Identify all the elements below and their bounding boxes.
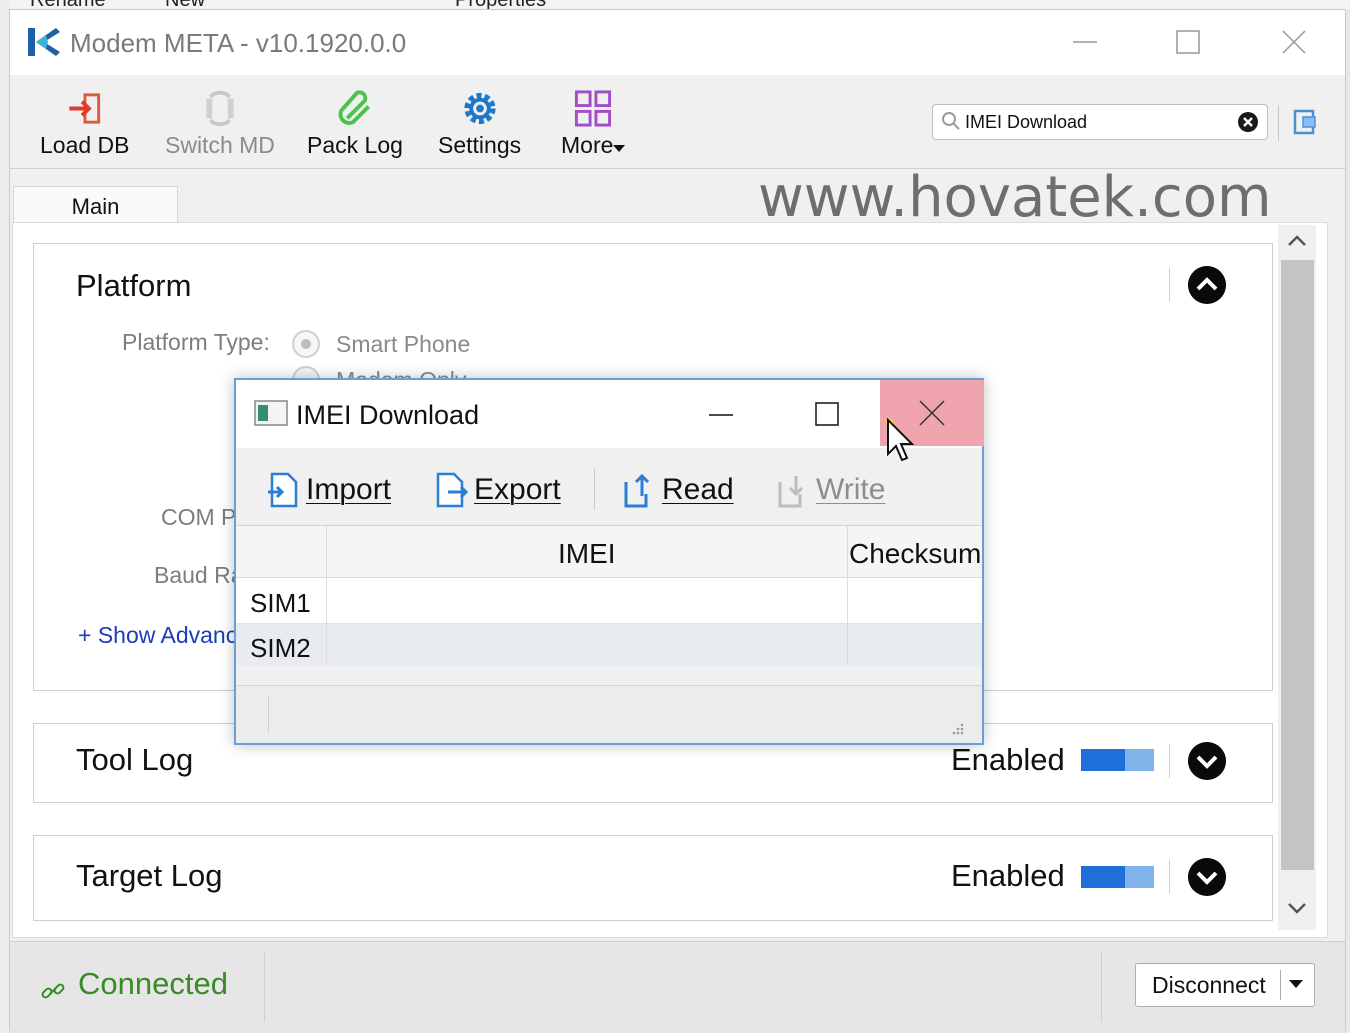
load-db-icon	[69, 93, 100, 124]
read-button[interactable]: Read	[622, 470, 734, 510]
platform-type-label: Platform Type:	[122, 329, 270, 355]
column-header-imei[interactable]: IMEI	[558, 538, 616, 570]
toolbar: Load DB Switch MD Pack Log Settings More…	[10, 75, 1345, 169]
gear-icon	[463, 92, 496, 125]
imei-grid: IMEI Checksum SIM1 SIM2	[236, 526, 982, 666]
import-button[interactable]: Import	[266, 470, 391, 510]
row-label: SIM1	[250, 588, 311, 618]
tab-main[interactable]: Main	[13, 186, 178, 226]
column-header-checksum[interactable]: Checksum	[849, 538, 981, 570]
grid-icon	[575, 90, 612, 127]
target-log-status: Enabled	[951, 858, 1065, 893]
more-button[interactable]: More	[561, 89, 626, 159]
title-bar[interactable]: Modem META - v10.1920.0.0	[10, 10, 1345, 75]
link-icon	[41, 983, 65, 999]
dialog-minimize-button[interactable]	[696, 392, 746, 436]
collapse-platform-icon[interactable]	[1188, 266, 1226, 304]
settings-button[interactable]: Settings	[438, 89, 521, 159]
pack-log-button[interactable]: Pack Log	[307, 89, 403, 159]
smart-phone-label: Smart Phone	[336, 331, 471, 357]
minimize-icon	[1073, 41, 1097, 43]
load-db-button[interactable]: Load DB	[40, 89, 130, 159]
grid-column-divider	[847, 526, 848, 666]
maximize-icon	[1176, 30, 1200, 54]
tool-log-title: Tool Log	[76, 742, 194, 777]
toolbar-divider	[1278, 105, 1279, 141]
section-divider	[1169, 744, 1170, 778]
search-box[interactable]	[932, 104, 1268, 140]
disconnect-button[interactable]: Disconnect	[1135, 963, 1315, 1007]
dialog-status-bar	[236, 685, 982, 743]
close-icon	[1282, 30, 1306, 54]
side-panel-icon[interactable]	[1293, 107, 1319, 137]
minimize-icon	[709, 414, 733, 416]
baud-rate-label: Baud Ra	[154, 562, 244, 588]
platform-title: Platform	[76, 268, 192, 303]
export-button[interactable]: Export	[434, 470, 561, 510]
scroll-up-icon[interactable]	[1287, 233, 1307, 247]
dialog-app-icon	[254, 400, 288, 426]
write-icon	[778, 476, 804, 508]
scroll-thumb[interactable]	[1281, 260, 1314, 870]
import-icon	[268, 472, 298, 508]
dialog-toolbar-divider	[594, 468, 595, 510]
connection-status: Connected	[78, 966, 228, 1001]
maximize-icon	[815, 402, 839, 426]
status-divider	[1101, 952, 1102, 1022]
expand-target-log-icon[interactable]	[1188, 858, 1226, 896]
dialog-maximize-button[interactable]	[802, 392, 852, 436]
close-icon	[919, 400, 945, 426]
switch-md-icon	[206, 90, 234, 127]
resize-grip-icon[interactable]	[950, 721, 964, 735]
grid-header: IMEI Checksum	[236, 526, 982, 578]
search-icon	[942, 112, 960, 130]
disconnect-label: Disconnect	[1152, 972, 1266, 998]
switch-md-button[interactable]: Switch MD	[165, 89, 275, 159]
section-divider	[1169, 268, 1170, 302]
export-icon	[436, 472, 468, 508]
grid-column-divider	[326, 526, 327, 666]
paperclip-icon	[338, 90, 370, 125]
read-icon	[624, 473, 650, 508]
caret-down-icon	[613, 145, 626, 152]
write-button[interactable]: Write	[776, 470, 885, 510]
row-label: SIM2	[250, 633, 311, 663]
app-title: Modem META - v10.1920.0.0	[70, 28, 407, 58]
com-port-label: COM P	[161, 504, 237, 530]
search-input[interactable]	[965, 109, 1227, 135]
minimize-button[interactable]	[1060, 22, 1110, 62]
more-label: More	[561, 132, 614, 158]
dialog-title-bar[interactable]: IMEI Download	[236, 380, 984, 448]
watermark: www.hovatek.com	[758, 165, 1272, 230]
dialog-toolbar: Import Export Read Write	[236, 448, 982, 526]
dialog-title: IMEI Download	[296, 400, 480, 430]
status-bar: Connected Disconnect	[10, 941, 1345, 1032]
dropdown-arrow-icon[interactable]	[1289, 978, 1303, 990]
target-log-toggle[interactable]	[1081, 866, 1154, 888]
scroll-down-icon[interactable]	[1287, 901, 1307, 915]
expand-tool-log-icon[interactable]	[1188, 742, 1226, 780]
app-logo-icon	[28, 28, 60, 56]
section-divider	[1169, 860, 1170, 894]
tool-log-status: Enabled	[951, 742, 1065, 777]
close-button[interactable]	[1269, 22, 1319, 62]
imei-download-dialog: IMEI Download Import Export Read Write I…	[234, 378, 984, 745]
radio-smart-phone[interactable]	[292, 330, 320, 358]
clear-search-icon[interactable]	[1237, 111, 1259, 133]
status-divider	[264, 952, 265, 1022]
tool-log-toggle[interactable]	[1081, 749, 1154, 771]
mouse-cursor-icon	[886, 418, 915, 462]
show-advanced-link[interactable]: + Show Advanc	[78, 622, 237, 649]
table-row-sim2[interactable]: SIM2	[236, 624, 982, 666]
maximize-button[interactable]	[1163, 22, 1213, 62]
vertical-scrollbar[interactable]	[1278, 225, 1316, 930]
target-log-title: Target Log	[76, 858, 223, 893]
target-log-section: Target Log Enabled	[33, 835, 1273, 921]
table-row-sim1[interactable]: SIM1	[236, 579, 982, 624]
